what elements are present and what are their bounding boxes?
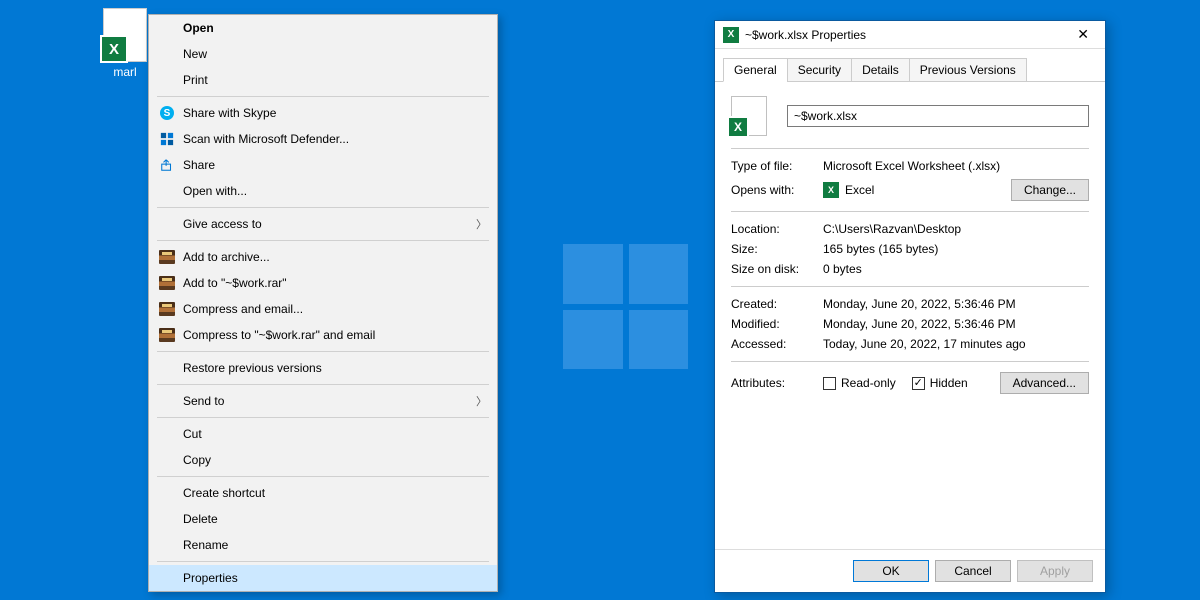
ctx-new[interactable]: New (149, 41, 497, 67)
advanced-button[interactable]: Advanced... (1000, 372, 1089, 394)
excel-file-icon: X (103, 8, 147, 62)
ctx-delete[interactable]: Delete (149, 506, 497, 532)
tab-security[interactable]: Security (787, 58, 852, 82)
modified-value: Monday, June 20, 2022, 5:36:46 PM (823, 317, 1089, 331)
size-label: Size: (731, 242, 823, 256)
ctx-sep (157, 561, 489, 562)
ctx-sep (157, 351, 489, 352)
filename-input[interactable] (787, 105, 1089, 127)
ctx-add-to-work-rar[interactable]: Add to "~$work.rar" (149, 270, 497, 296)
accessed-label: Accessed: (731, 337, 823, 351)
defender-icon (157, 131, 177, 147)
dialog-tabs: General Security Details Previous Versio… (715, 49, 1105, 82)
tab-general[interactable]: General (723, 58, 788, 82)
properties-dialog: X ~$work.xlsx Properties ✕ General Secur… (714, 20, 1106, 593)
readonly-label: Read-only (841, 376, 896, 390)
winrar-icon (159, 276, 175, 290)
ctx-compress-and-email[interactable]: Compress and email... (149, 296, 497, 322)
desktop-file[interactable]: X marl (100, 8, 150, 79)
hidden-checkbox[interactable]: Hidden (912, 376, 968, 390)
ctx-sep (157, 384, 489, 385)
sep (731, 148, 1089, 149)
ctx-open[interactable]: Open (149, 15, 497, 41)
ctx-restore-previous-versions[interactable]: Restore previous versions (149, 355, 497, 381)
apply-button[interactable]: Apply (1017, 560, 1093, 582)
sep (731, 211, 1089, 212)
close-button[interactable]: ✕ (1069, 26, 1097, 43)
ctx-cut[interactable]: Cut (149, 421, 497, 447)
ctx-create-shortcut[interactable]: Create shortcut (149, 480, 497, 506)
sep (731, 361, 1089, 362)
windows-logo-decor (563, 244, 688, 369)
modified-label: Modified: (731, 317, 823, 331)
winrar-icon (159, 328, 175, 342)
openswith-value: Excel (845, 183, 874, 197)
ctx-sep (157, 240, 489, 241)
share-icon (157, 157, 177, 173)
ctx-scan-defender[interactable]: Scan with Microsoft Defender... (149, 126, 497, 152)
openswith-label: Opens with: (731, 183, 823, 197)
ctx-copy[interactable]: Copy (149, 447, 497, 473)
dialog-titlebar[interactable]: X ~$work.xlsx Properties ✕ (715, 21, 1105, 49)
ctx-add-to-archive[interactable]: Add to archive... (149, 244, 497, 270)
ctx-share-skype[interactable]: SShare with Skype (149, 100, 497, 126)
created-label: Created: (731, 297, 823, 311)
ctx-compress-to-rar-and-email[interactable]: Compress to "~$work.rar" and email (149, 322, 497, 348)
winrar-icon (159, 302, 175, 316)
skype-icon: S (160, 106, 174, 120)
ctx-open-with[interactable]: Open with... (149, 178, 497, 204)
sizeondisk-value: 0 bytes (823, 262, 1089, 276)
change-button[interactable]: Change... (1011, 179, 1089, 201)
ctx-sep (157, 476, 489, 477)
sep (731, 286, 1089, 287)
desktop-file-label: marl (100, 65, 150, 79)
ctx-properties[interactable]: Properties (149, 565, 497, 591)
created-value: Monday, June 20, 2022, 5:36:46 PM (823, 297, 1089, 311)
ctx-give-access-to[interactable]: Give access to〉 (149, 211, 497, 237)
ctx-sep (157, 207, 489, 208)
ctx-sep (157, 96, 489, 97)
cancel-button[interactable]: Cancel (935, 560, 1011, 582)
sizeondisk-label: Size on disk: (731, 262, 823, 276)
readonly-checkbox[interactable]: Read-only (823, 376, 896, 390)
accessed-value: Today, June 20, 2022, 17 minutes ago (823, 337, 1089, 351)
ctx-share[interactable]: Share (149, 152, 497, 178)
tab-previous-versions[interactable]: Previous Versions (909, 58, 1027, 82)
winrar-icon (159, 250, 175, 264)
dialog-footer: OK Cancel Apply (715, 549, 1105, 592)
ok-button[interactable]: OK (853, 560, 929, 582)
chevron-right-icon: 〉 (476, 216, 487, 232)
ctx-send-to[interactable]: Send to〉 (149, 388, 497, 414)
chevron-right-icon: 〉 (476, 393, 487, 409)
dialog-title: ~$work.xlsx Properties (745, 28, 1069, 42)
typeoffile-label: Type of file: (731, 159, 823, 173)
excel-icon: X (823, 182, 839, 198)
typeoffile-value: Microsoft Excel Worksheet (.xlsx) (823, 159, 1089, 173)
location-label: Location: (731, 222, 823, 236)
dialog-body: X Type of file:Microsoft Excel Worksheet… (715, 82, 1105, 549)
excel-icon: X (723, 27, 739, 43)
attributes-label: Attributes: (731, 376, 823, 390)
size-value: 165 bytes (165 bytes) (823, 242, 1089, 256)
ctx-rename[interactable]: Rename (149, 532, 497, 558)
location-value: C:\Users\Razvan\Desktop (823, 222, 1089, 236)
context-menu: Open New Print SShare with Skype Scan wi… (148, 14, 498, 592)
hidden-label: Hidden (930, 376, 968, 390)
ctx-print[interactable]: Print (149, 67, 497, 93)
tab-details[interactable]: Details (851, 58, 910, 82)
file-icon-large: X (731, 96, 767, 136)
ctx-sep (157, 417, 489, 418)
